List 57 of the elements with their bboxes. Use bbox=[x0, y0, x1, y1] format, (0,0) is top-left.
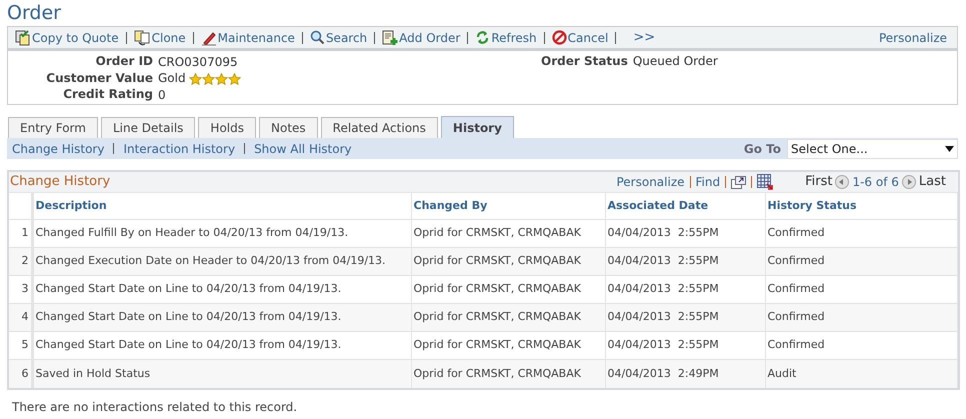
tab[interactable]: Entry Form bbox=[8, 117, 98, 138]
footer-message: There are no interactions related to this record. bbox=[11, 398, 298, 416]
row-number: 6 bbox=[9, 360, 32, 388]
refresh-icon bbox=[475, 30, 490, 45]
goto-label: Go To bbox=[744, 140, 781, 158]
previous-icon[interactable] bbox=[835, 175, 850, 189]
star-icon bbox=[188, 72, 202, 85]
field-value: 0 bbox=[158, 88, 166, 104]
star-icon bbox=[202, 72, 215, 85]
table-cell: Oprid for CRMSKT, CRMQABAK bbox=[411, 360, 605, 388]
toolbar-button[interactable]: Maintenance bbox=[200, 28, 295, 46]
row-range: 1-6 of 6 bbox=[852, 174, 899, 191]
field-value: CRO0307095 bbox=[158, 54, 238, 70]
documents-icon bbox=[134, 30, 151, 46]
table-cell: 04/04/2013 2:49PM bbox=[605, 360, 765, 388]
toolbar-button[interactable]: Refresh bbox=[475, 28, 537, 46]
search-icon bbox=[310, 30, 325, 45]
toolbar-button[interactable]: Search bbox=[310, 28, 368, 46]
personalize-link[interactable]: Personalize bbox=[878, 28, 947, 46]
page-title: Order bbox=[7, 1, 62, 26]
tab[interactable]: History bbox=[440, 116, 514, 138]
goto-dropdown[interactable]: Select One... bbox=[787, 138, 958, 158]
toolbar-button[interactable]: Clone bbox=[134, 28, 186, 46]
find-link[interactable]: Find bbox=[696, 173, 720, 191]
field-value: Gold bbox=[158, 71, 186, 86]
prohibited-icon bbox=[552, 30, 567, 45]
toolbar-button[interactable]: Cancel bbox=[552, 28, 608, 46]
field-label: Order Status bbox=[541, 54, 628, 70]
star-icon bbox=[214, 72, 228, 85]
toolbar-button[interactable]: Copy to Quote bbox=[15, 28, 119, 46]
history-link[interactable]: Interaction History bbox=[123, 140, 236, 158]
field-label: Customer Value bbox=[45, 70, 153, 87]
tab[interactable]: Line Details bbox=[100, 117, 196, 138]
history-link[interactable]: Show All History bbox=[254, 140, 352, 158]
last-label: Last bbox=[918, 173, 946, 192]
document-plus-icon bbox=[382, 30, 398, 46]
field-value: Queued Order bbox=[632, 54, 718, 70]
table-cell: Audit bbox=[765, 360, 958, 388]
first-label: First bbox=[805, 173, 832, 192]
tab[interactable]: Notes bbox=[259, 117, 318, 138]
personalize-link[interactable]: Personalize bbox=[616, 173, 685, 191]
field-label: Credit Rating bbox=[62, 87, 153, 104]
grid-title: Change History bbox=[10, 173, 110, 192]
spreadsheet-download-icon[interactable] bbox=[757, 174, 774, 190]
tab[interactable]: Related Actions bbox=[320, 117, 438, 138]
copy-document-icon bbox=[15, 30, 31, 46]
next-icon[interactable] bbox=[902, 175, 916, 189]
caret-icon bbox=[945, 146, 954, 152]
toolbar-button[interactable]: Add Order bbox=[382, 28, 460, 46]
pencil-icon bbox=[200, 30, 217, 46]
view-all-icon[interactable] bbox=[731, 176, 746, 188]
star-icon bbox=[228, 72, 241, 85]
more-button[interactable]: >> bbox=[633, 28, 656, 48]
history-link[interactable]: Change History bbox=[12, 140, 104, 158]
tab[interactable]: Holds bbox=[198, 117, 256, 138]
field-label: Order ID bbox=[94, 54, 153, 70]
table-cell: Saved in Hold Status bbox=[32, 360, 411, 388]
